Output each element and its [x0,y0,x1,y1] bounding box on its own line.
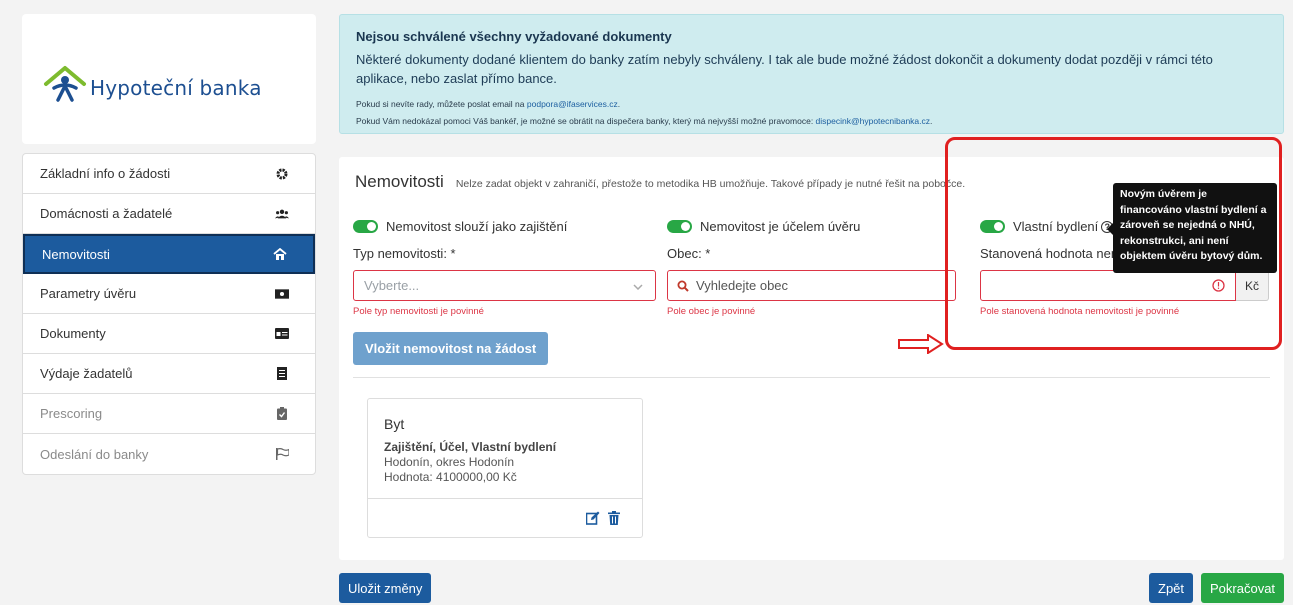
sidebar-item-label: Dokumenty [40,326,106,341]
users-icon [275,207,289,221]
bank-logo[interactable]: Hypoteční banka [42,62,262,102]
property-tags: Zajištění, Účel, Vlastní bydlení [384,440,557,454]
divider [353,377,1270,378]
alert-title: Nejsou schválené všechny vyžadované doku… [356,29,672,44]
flag-icon [275,447,289,461]
property-type-select[interactable]: Vyberte... [353,270,656,301]
property-item-card: Byt Zajištění, Účel, Vlastní bydlení Hod… [367,398,643,538]
insert-property-button[interactable]: Vložit nemovitost na žádost [353,332,549,365]
own-housing-toggle-label: Vlastní bydlení [1013,219,1099,234]
purpose-toggle-row: Nemovitost je účelem úvěru [667,219,956,234]
property-actions [585,511,620,528]
help-text-end: . [930,116,933,126]
money-icon [275,287,289,301]
collateral-toggle-label: Nemovitost slouží jako zajištění [386,219,568,234]
alert-body: Některé dokumenty dodané klientem do ban… [356,52,1213,86]
collateral-toggle[interactable] [353,220,378,233]
property-type-label: Typ nemovitosti: * [353,246,456,261]
sidebar-item-label: Prescoring [40,406,103,421]
error-icon [1212,279,1225,292]
property-value-error: Pole stanovená hodnota nemovitosti je po… [980,306,1180,317]
section-header: Nemovitosti Nelze zadat objekt v zahrani… [355,172,965,192]
help-text-end: . [617,99,621,109]
property-type-error: Pole typ nemovitosti je povinné [353,306,484,317]
municipality-search-input[interactable]: Vyhledejte obec [667,270,956,301]
property-value-group: Kč [980,270,1269,301]
property-type: Byt [384,416,405,432]
gear-icon [275,167,289,181]
own-housing-toggle[interactable] [980,220,1005,233]
sidebar-item-dokumenty[interactable]: Dokumenty [23,314,315,354]
annotation-arrow-icon [898,334,944,354]
sidebar-item-label: Nemovitosti [42,246,110,262]
house-person-icon [44,66,86,102]
bank-name: Hypoteční banka [90,76,262,100]
property-value-input[interactable] [980,270,1236,301]
support-email-link[interactable]: podpora@ifaservices.cz [527,99,618,109]
sidebar-item-label: Odeslání do banky [40,446,149,462]
collateral-toggle-row: Nemovitost slouží jako zajištění [353,219,656,234]
help-text: Pokud si nevíte rady, můžete poslat emai… [356,99,527,109]
currency-addon: Kč [1236,270,1269,301]
id-card-icon [275,327,289,341]
continue-button[interactable]: Pokračovat [1201,573,1285,603]
section-subtitle: Nelze zadat objekt v zahraničí, přestože… [455,178,966,190]
clipboard-check-icon [275,407,289,421]
help-text: Pokud Vám nedokázal pomoci Váš bankéř, j… [356,116,816,126]
sidebar-item-label: Domácnosti a žadatelé [40,206,173,221]
documents-alert: Nejsou schválené všechny vyžadované doku… [339,14,1284,134]
trash-icon[interactable] [608,511,620,528]
property-location: Hodonín, okres Hodonín [384,455,515,469]
save-changes-button[interactable]: Uložit změny [339,573,432,603]
property-type-column: Nemovitost slouží jako zajištění Typ nem… [353,219,656,317]
chevron-down-icon [633,278,643,293]
alert-help-dispatcher: Pokud Vám nedokázal pomoci Váš bankéř, j… [356,113,1267,130]
own-housing-tooltip: Novým úvěrem je financováno vlastní bydl… [1107,183,1277,273]
search-icon [677,280,689,292]
purpose-toggle[interactable] [667,220,692,233]
dispatcher-email-link[interactable]: dispecink@hypotecnibanka.cz [816,116,930,126]
home-icon [273,247,287,261]
purpose-toggle-label: Nemovitost je účelem úvěru [700,219,861,234]
property-type-placeholder: Vyberte... [364,278,420,293]
back-button[interactable]: Zpět [1149,573,1194,603]
sidebar-item-parametry[interactable]: Parametry úvěru [23,274,315,314]
card-footer-divider [368,498,642,499]
logo-card: Hypoteční banka [22,14,316,144]
municipality-column: Nemovitost je účelem úvěru Obec: * Vyhle… [667,219,956,317]
sidebar-item-prescoring[interactable]: Prescoring [23,394,315,434]
municipality-error: Pole obec je povinné [667,306,756,317]
sidebar-item-label: Základní info o žádosti [40,166,171,181]
sidebar-item-nemovitosti[interactable]: Nemovitosti [23,234,315,274]
sidebar-item-zakladni-info[interactable]: Základní info o žádosti [23,154,315,194]
municipality-placeholder: Vyhledejte obec [696,278,789,293]
edit-icon[interactable] [585,511,600,528]
sidebar-item-vydaje[interactable]: Výdaje žadatelů [23,354,315,394]
municipality-label: Obec: * [667,246,711,261]
sidebar-item-label: Výdaje žadatelů [40,366,133,381]
property-value: Hodnota: 4100000,00 Kč [384,470,517,484]
sidebar-item-odeslani[interactable]: Odeslání do banky [23,434,315,474]
sidebar-item-domacnosti[interactable]: Domácnosti a žadatelé [23,194,315,234]
page-title: Nemovitosti [355,172,444,191]
receipt-icon [275,367,289,381]
alert-help-email: Pokud si nevíte rady, můžete poslat emai… [356,96,1267,113]
sidebar-menu: Základní info o žádosti Domácnosti a žad… [22,153,316,475]
sidebar-item-label: Parametry úvěru [40,286,137,301]
